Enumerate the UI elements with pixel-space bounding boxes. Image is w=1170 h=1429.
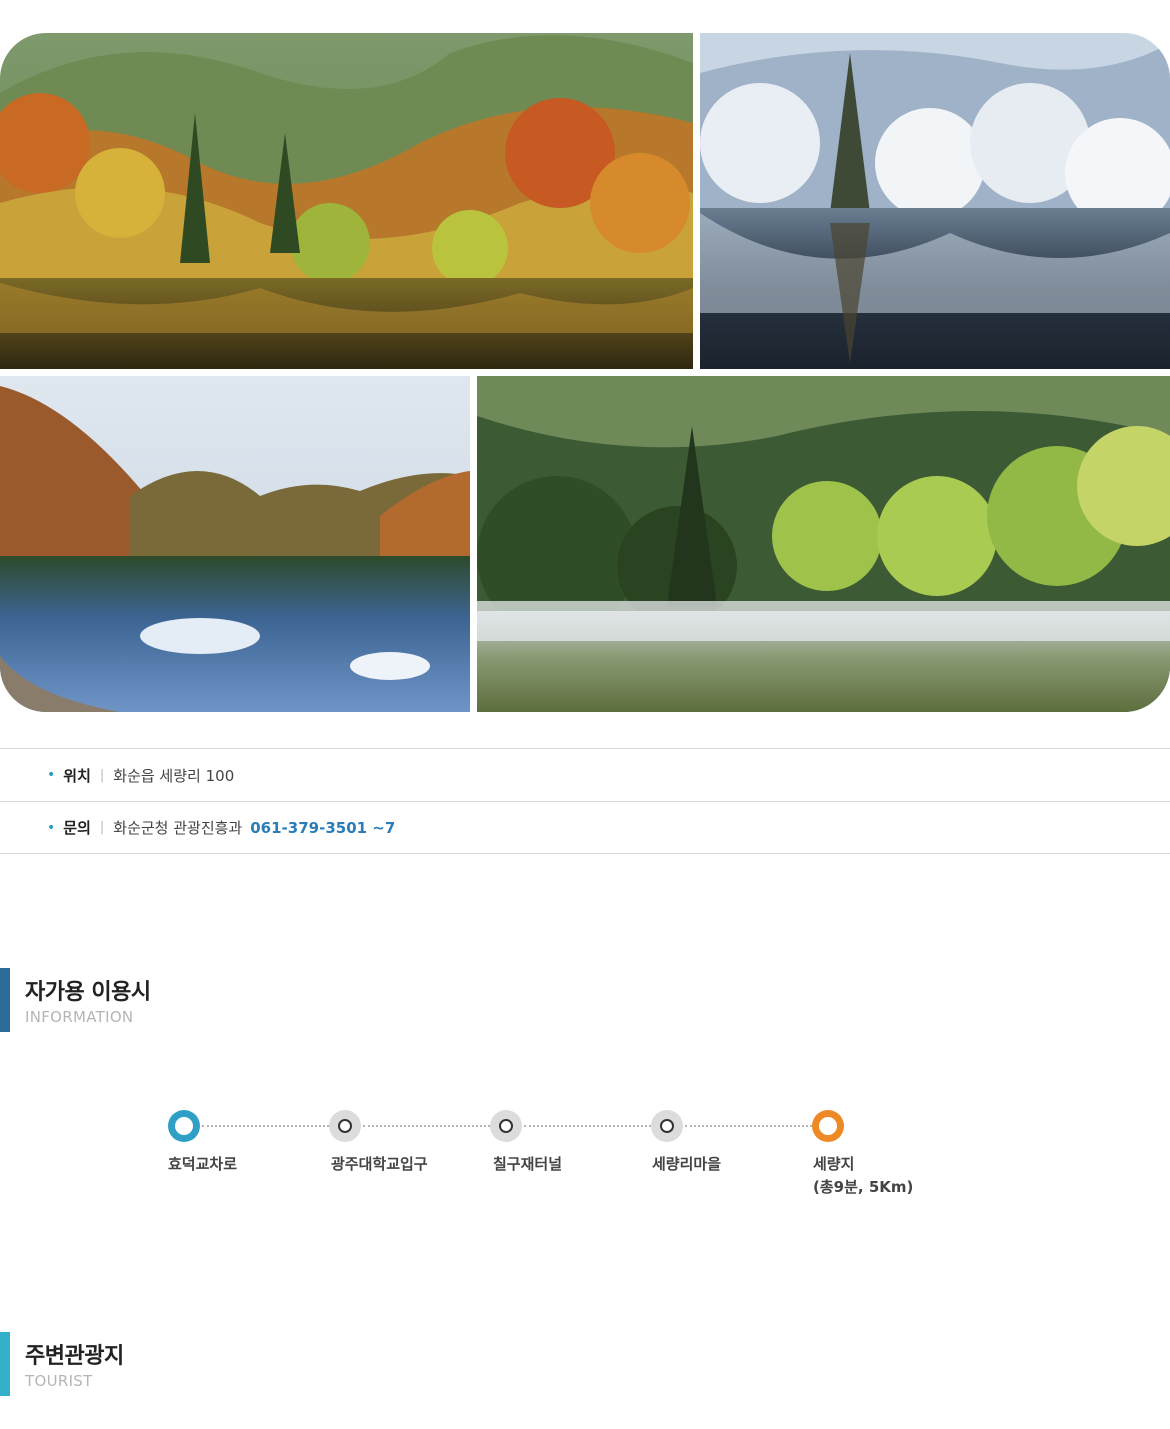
- route-map: 효덕교차로 광주대학교입구 칠구재터널 세량리마을 세량지 (총9분, 5Km): [168, 1110, 928, 1210]
- route-connector: [363, 1125, 490, 1127]
- bullet-icon: •: [47, 819, 56, 836]
- route-waypoint-icon: [490, 1110, 522, 1142]
- contact-phone-link[interactable]: 061-379-3501 ~7: [250, 819, 395, 837]
- photo-cloud-reflection-reservoir: [0, 376, 470, 712]
- route-destination-icon: [812, 1110, 844, 1142]
- section-accent-bar: [0, 1332, 10, 1396]
- photo-winter-reservoir: [700, 33, 1170, 369]
- route-waypoint-icon: [651, 1110, 683, 1142]
- divider: |: [99, 820, 105, 835]
- section-subtitle: TOURIST: [25, 1372, 93, 1390]
- route-waypoint-icon: [329, 1110, 361, 1142]
- contact-value: 화순군청 관광진흥과: [113, 819, 243, 837]
- section-header-tourist: 주변관광지 TOURIST: [0, 1332, 400, 1396]
- location-value: 화순읍 세량리 100: [113, 766, 235, 785]
- route-stop-label: 칠구재터널: [493, 1155, 563, 1173]
- section-title: 자가용 이용시: [25, 980, 151, 1005]
- route-connector: [524, 1125, 651, 1127]
- route-connector: [685, 1125, 812, 1127]
- divider: |: [99, 767, 105, 783]
- contact-label: 문의: [63, 819, 91, 837]
- photo-misty-spring-reservoir: [477, 376, 1170, 712]
- info-table: • 위치 | 화순읍 세량리 100 • 문의 | 화순군청 관광진흥과 061…: [0, 748, 1170, 854]
- route-stop-label: 광주대학교입구: [331, 1155, 428, 1173]
- section-header-car: 자가용 이용시 INFORMATION: [0, 968, 400, 1032]
- contact-row: • 문의 | 화순군청 관광진흥과 061-379-3501 ~7: [0, 801, 1170, 854]
- section-accent-bar: [0, 968, 10, 1032]
- section-subtitle: INFORMATION: [25, 1008, 134, 1026]
- location-row: • 위치 | 화순읍 세량리 100: [0, 748, 1170, 801]
- route-destination-label: 세량지 (총9분, 5Km): [813, 1153, 913, 1199]
- photo-autumn-reservoir: [0, 33, 693, 369]
- bullet-icon: •: [47, 767, 56, 783]
- destination-detail: (총9분, 5Km): [813, 1178, 914, 1196]
- destination-name: 세량지: [813, 1155, 855, 1173]
- section-title: 주변관광지: [25, 1344, 124, 1369]
- location-label: 위치: [63, 766, 91, 785]
- photo-gallery: [0, 33, 1170, 712]
- route-stop-label: 효덕교차로: [168, 1155, 238, 1173]
- route-connector: [202, 1125, 329, 1127]
- route-start-icon: [168, 1110, 200, 1142]
- route-stop-label: 세량리마을: [652, 1155, 722, 1173]
